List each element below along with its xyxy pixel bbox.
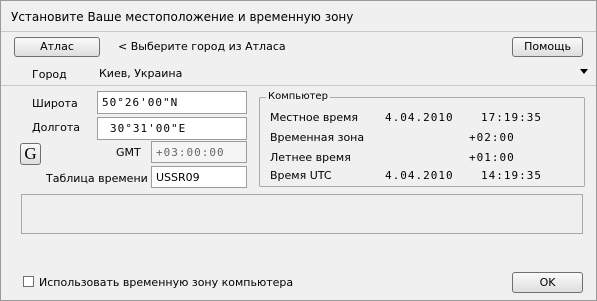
local-date-value: 4.04.2010 [385,111,454,124]
timezone-label: Временная зона [270,131,365,144]
latitude-value: 50°26'00"N [102,96,179,109]
gmt-field: +03:00:00 [151,141,247,163]
divider [1,31,596,32]
utc-time-value: 14:19:35 [481,169,542,182]
divider [1,85,596,86]
dialog-title: Установите Ваше местоположение и временн… [11,10,354,24]
title-bar: Установите Ваше местоположение и временн… [1,1,596,31]
local-time-label: Местное время [270,111,359,124]
timezone-value: +02:00 [469,131,515,144]
time-table-label: Таблица времени [46,172,148,185]
utc-date-value: 4.04.2010 [385,169,454,182]
use-pc-timezone-checkbox[interactable] [23,276,34,287]
city-select[interactable]: Киев, Украина [95,64,592,84]
dst-label: Летнее время [270,151,351,164]
city-label: Город [32,68,67,81]
use-pc-timezone-label[interactable]: Использовать временную зону компьютера [39,276,293,289]
help-button[interactable]: Помощь [512,37,583,57]
dst-value: +01:00 [469,151,515,164]
local-time-value: 17:19:35 [481,111,542,124]
city-value: Киев, Украина [99,67,183,80]
atlas-button[interactable]: Атлас [14,37,100,57]
atlas-hint: < Выберите город из Атласа [118,40,286,53]
chevron-down-icon[interactable] [580,69,588,74]
latitude-field[interactable]: 50°26'00"N [97,91,247,114]
location-dialog: Установите Ваше местоположение и временн… [0,0,597,301]
status-panel [21,194,583,234]
gmt-value: +03:00:00 [156,146,225,159]
latitude-label: Широта [32,97,78,110]
computer-group: Компьютер Местное время 4.04.2010 17:19:… [259,91,585,187]
gmt-label: GMT [116,146,141,159]
time-table-field[interactable]: USSR09 [151,166,247,188]
time-table-value: USSR09 [156,171,200,184]
longitude-value: 30°31'00"E [110,122,187,135]
longitude-label: Долгота [32,121,81,134]
ok-button[interactable]: OK [512,272,583,293]
computer-group-title: Компьютер [266,91,330,102]
gmt-set-button[interactable]: G [20,143,41,165]
utc-time-label: Время UTC [270,169,332,182]
longitude-field[interactable]: 30°31'00"E [97,117,247,140]
